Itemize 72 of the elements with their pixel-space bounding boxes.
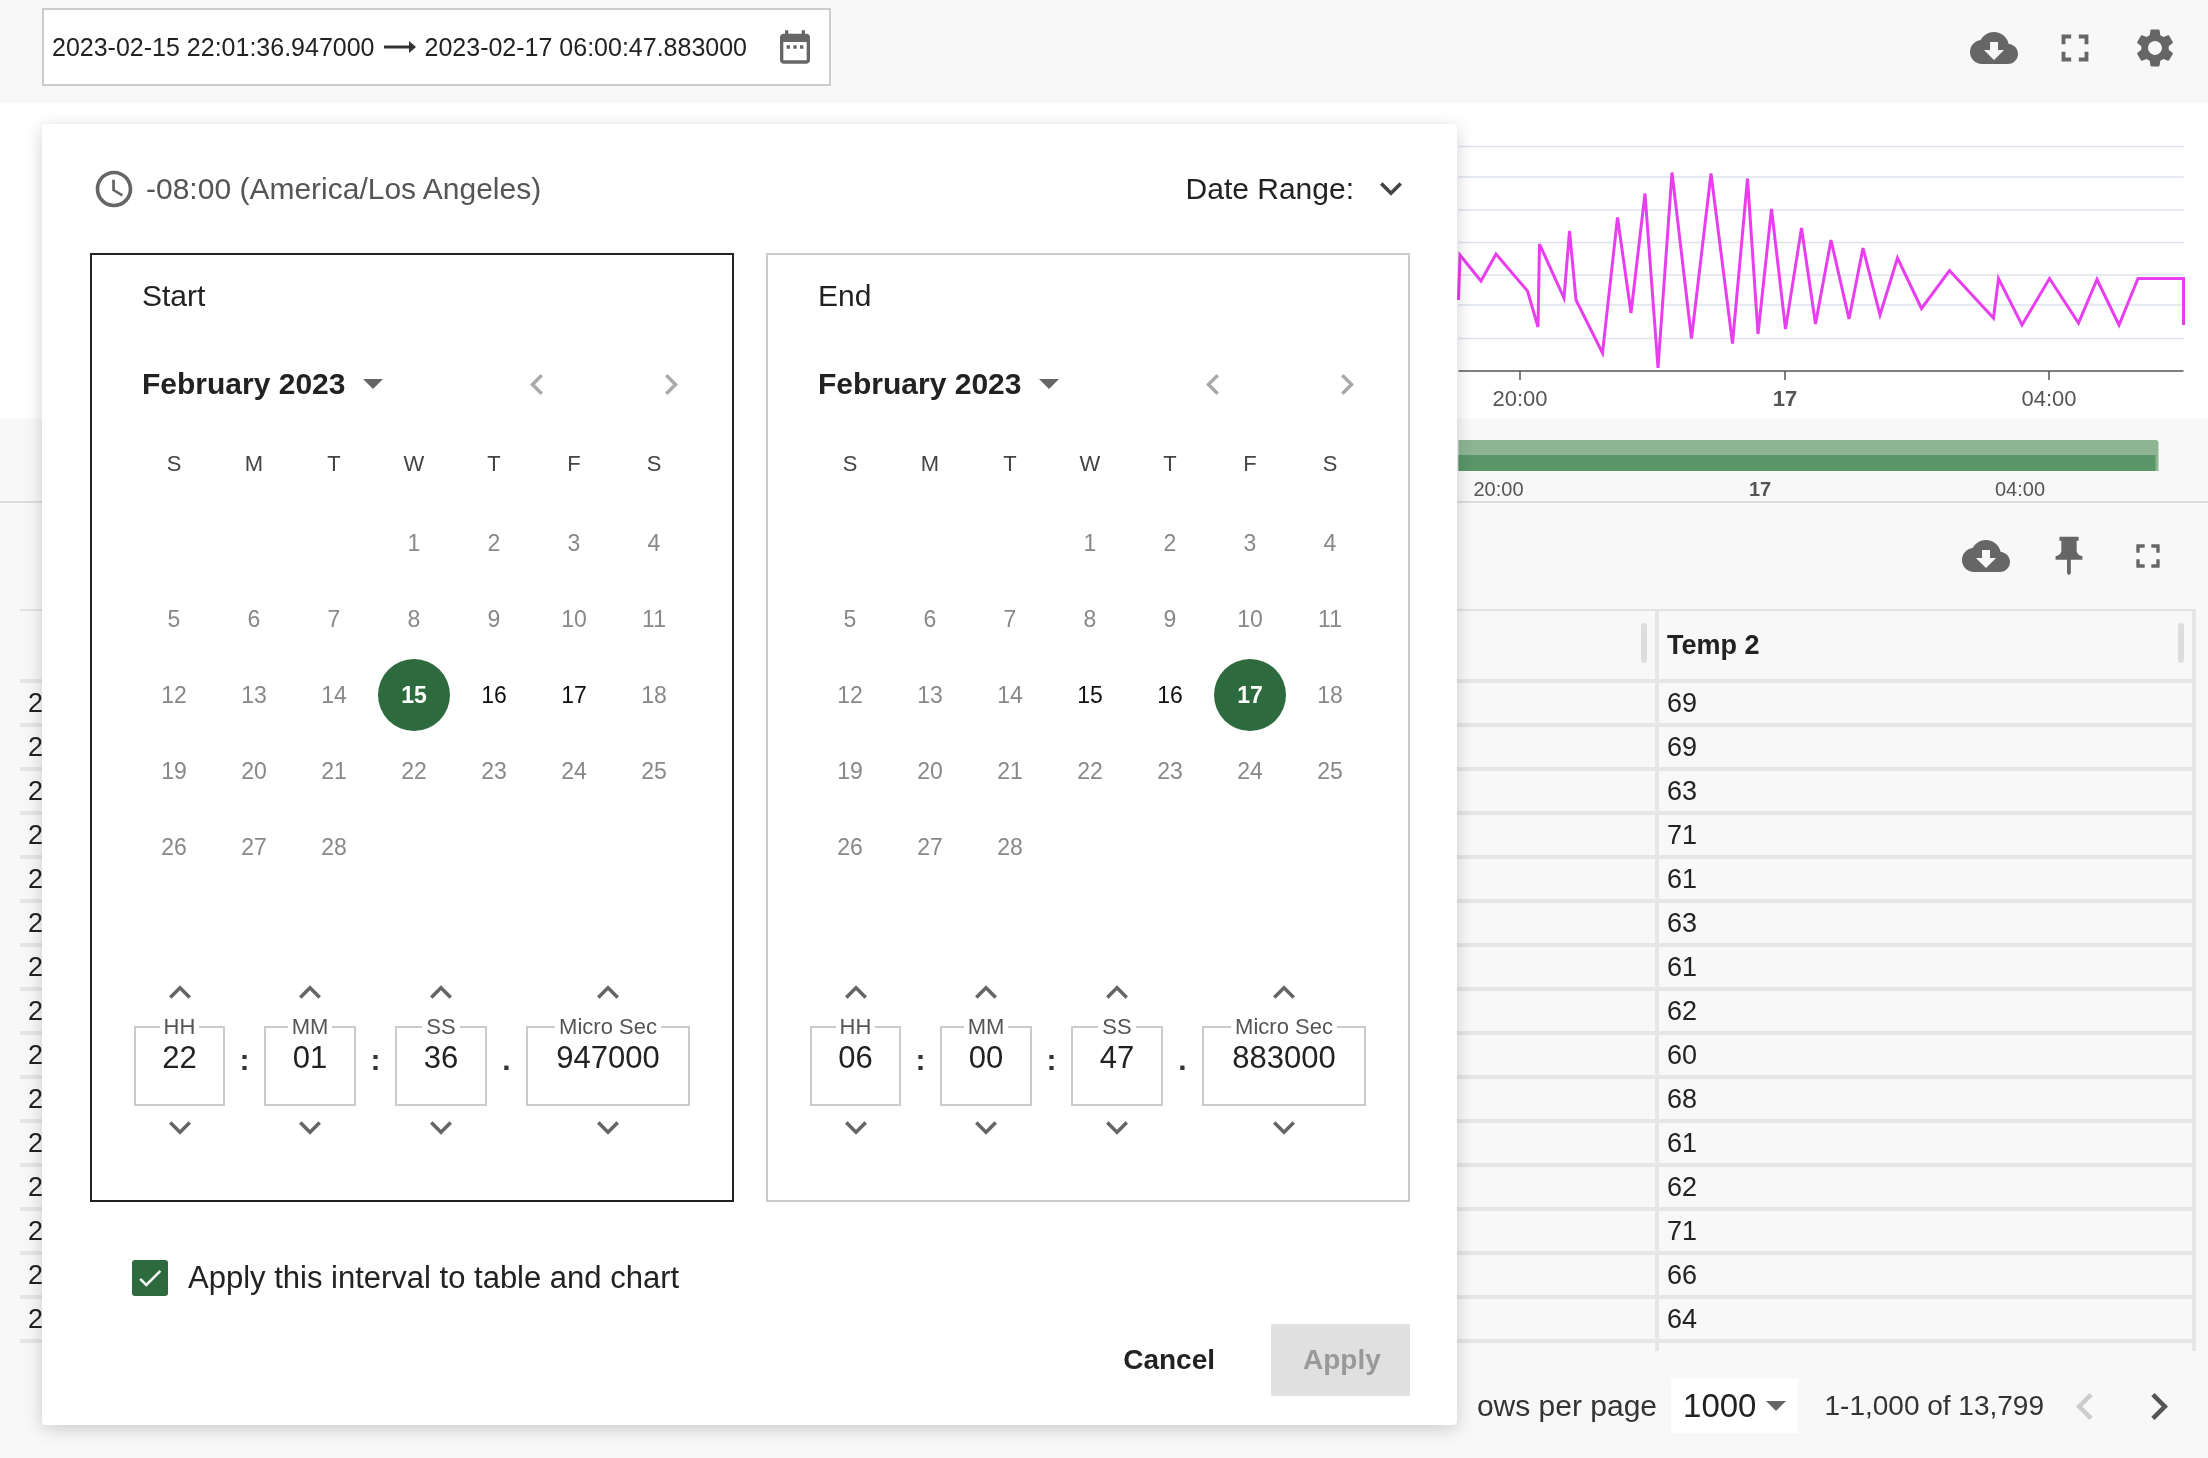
checkbox-label: Apply this interval to table and chart xyxy=(188,1260,680,1296)
chevron-down-icon[interactable] xyxy=(975,1120,997,1135)
chevron-right-icon[interactable] xyxy=(2150,1392,2168,1420)
weekday-label: S xyxy=(645,450,663,478)
chevron-up-icon[interactable] xyxy=(299,985,321,1000)
start-datetime: 2023-02-15 22:01:36.947000 xyxy=(52,32,375,62)
panel-title: Start xyxy=(141,279,207,314)
time-separator: : xyxy=(1045,1043,1058,1077)
chevron-down-icon[interactable] xyxy=(430,1120,452,1135)
chevron-down-icon xyxy=(1380,181,1402,196)
caret-icon xyxy=(363,379,384,389)
weekday-label: W xyxy=(402,450,426,478)
caret-icon xyxy=(1039,379,1060,389)
axis-label: 17 xyxy=(1748,478,1772,500)
weekday-label: M xyxy=(243,450,265,478)
chevron-down-icon[interactable] xyxy=(597,1120,619,1135)
axis-label: 04:00 xyxy=(2021,386,2077,411)
time-separator: . xyxy=(1177,1043,1188,1077)
rows-per-page-select[interactable]: 1000 xyxy=(1671,1379,1799,1433)
weekday-label: T xyxy=(326,450,342,478)
timezone-label: -08:00 (America/Los Angeles) xyxy=(146,171,542,206)
weekday-label: T xyxy=(486,450,502,478)
day-button[interactable]: 15 xyxy=(1054,659,1126,731)
chevron-down-icon[interactable] xyxy=(299,1120,321,1135)
axis-label: 20:00 xyxy=(1473,478,1524,500)
column-title: Temp 2 xyxy=(1667,630,1760,660)
day-button[interactable]: 17 xyxy=(1214,659,1286,731)
time-separator: : xyxy=(914,1043,927,1077)
arrow-icon xyxy=(382,39,417,55)
weekday-label: F xyxy=(1242,450,1258,478)
time-separator: : xyxy=(369,1043,382,1077)
weekday-label: T xyxy=(1162,450,1178,478)
chevron-up-icon[interactable] xyxy=(975,985,997,1000)
chevron-up-icon[interactable] xyxy=(1106,985,1128,1000)
day-button[interactable]: 15 xyxy=(378,659,450,731)
page-range: 1-1,000 of 13,799 xyxy=(1824,1390,2044,1422)
chevron-down-icon[interactable] xyxy=(1273,1120,1295,1135)
cancel-button[interactable]: Cancel xyxy=(1091,1324,1247,1396)
weekday-label: S xyxy=(841,450,859,478)
axis-label: 04:00 xyxy=(1994,478,2046,500)
month-select[interactable]: February 2023 xyxy=(142,367,384,401)
weekday-label: F xyxy=(566,450,582,478)
checkbox[interactable] xyxy=(132,1260,168,1296)
panel-title: End xyxy=(817,279,873,314)
chevron-down-icon[interactable] xyxy=(1106,1120,1128,1135)
chevron-up-icon[interactable] xyxy=(430,985,452,1000)
weekday-label: S xyxy=(1321,450,1339,478)
axis-label: 20:00 xyxy=(1492,386,1548,411)
time-separator: . xyxy=(501,1043,512,1077)
axis-label: 17 xyxy=(1772,386,1798,411)
day-button[interactable]: 16 xyxy=(458,659,530,731)
chevron-down-icon[interactable] xyxy=(844,1120,867,1135)
time-separator: : xyxy=(238,1043,251,1077)
resize-handle[interactable] xyxy=(1641,623,1647,663)
chevron-up-icon[interactable] xyxy=(844,985,867,1000)
chevron-up-icon[interactable] xyxy=(1273,985,1295,1000)
rows-per-page-label: ows per page xyxy=(1476,1389,1658,1423)
chevron-up-icon[interactable] xyxy=(597,985,619,1000)
weekday-label: T xyxy=(1002,450,1018,478)
month-select[interactable]: February 2023 xyxy=(818,367,1060,401)
end-datetime: 2023-02-17 06:00:47.883000 xyxy=(424,32,748,62)
date-range-field[interactable]: 2023-02-15 22:01:36.947000 2023-02-17 06:00:47.883000 xyxy=(42,8,832,86)
resize-handle[interactable] xyxy=(2178,623,2184,663)
day-button[interactable]: 16 xyxy=(1134,659,1206,731)
caret-icon xyxy=(1766,1401,1787,1411)
weekday-label: W xyxy=(1078,450,1102,478)
day-button[interactable]: 17 xyxy=(538,659,610,731)
weekday-label: S xyxy=(165,450,183,478)
weekday-label: M xyxy=(919,450,941,478)
chevron-up-icon[interactable] xyxy=(168,985,191,1000)
date-range-select[interactable]: Date Range: xyxy=(1185,171,1402,206)
chevron-down-icon[interactable] xyxy=(168,1120,191,1135)
